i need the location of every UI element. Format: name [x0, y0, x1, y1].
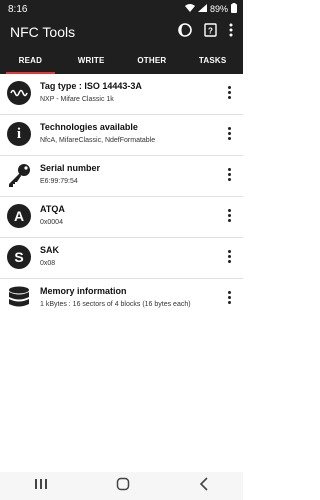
database-icon [6, 285, 32, 311]
item-subtitle: 0x0004 [40, 219, 63, 226]
item-menu-icon[interactable] [221, 240, 237, 263]
list-item-sak[interactable]: S SAK 0x08 [0, 238, 243, 279]
help-icon[interactable]: ? [204, 22, 217, 42]
back-icon[interactable] [199, 476, 209, 496]
wave-icon [6, 80, 32, 106]
status-time: 8:16 [8, 3, 28, 15]
item-subtitle: NXP - Mifare Classic 1k [40, 96, 114, 103]
overflow-menu-icon[interactable] [229, 23, 233, 42]
item-menu-icon[interactable] [221, 117, 237, 140]
app-title: NFC Tools [10, 24, 76, 40]
signal-icon [197, 4, 207, 14]
item-title: Serial number [40, 163, 101, 173]
item-subtitle: 0x08 [40, 260, 56, 267]
tab-tasks[interactable]: TASKS [182, 46, 243, 74]
recent-apps-icon[interactable] [34, 477, 48, 495]
item-menu-icon[interactable] [221, 199, 237, 222]
item-title: Technologies available [40, 122, 138, 132]
list-item-atqa[interactable]: A ATQA 0x0004 [0, 197, 243, 238]
letter-a-icon: A [6, 203, 32, 229]
tab-bar: READ WRITE OTHER TASKS [0, 46, 243, 74]
item-title: SAK [40, 245, 60, 255]
tag-info-list: Tag type : ISO 14443-3A NXP - Mifare Cla… [0, 74, 243, 319]
item-subtitle: 1 kBytes : 16 sectors of 4 blocks (16 by… [40, 301, 191, 308]
app-bar: NFC Tools ? [0, 18, 243, 46]
battery-icon [231, 3, 237, 15]
home-icon[interactable] [116, 477, 130, 496]
tab-read[interactable]: READ [0, 46, 61, 74]
item-subtitle: NfcA, MifareClassic, NdefFormatable [40, 137, 156, 144]
item-title: Memory information [40, 286, 127, 296]
theme-icon[interactable] [178, 22, 192, 42]
letter-s-icon: S [6, 244, 32, 270]
item-subtitle: E6:99:79:54 [40, 178, 78, 185]
tab-write[interactable]: WRITE [61, 46, 122, 74]
tab-other[interactable]: OTHER [122, 46, 183, 74]
svg-text:?: ? [208, 26, 213, 35]
item-menu-icon[interactable] [221, 158, 237, 181]
item-title: Tag type : ISO 14443-3A [40, 81, 142, 91]
list-item-memory-information[interactable]: Memory information 1 kBytes : 16 sectors… [0, 279, 243, 319]
status-icons: 89% [184, 3, 237, 15]
status-bar: 8:16 89% [0, 0, 243, 18]
top-bar: 8:16 89% NFC Tools ? READ WRITE OTHER TA… [0, 0, 243, 74]
system-nav-bar [0, 472, 243, 500]
item-menu-icon[interactable] [221, 281, 237, 304]
item-title: ATQA [40, 204, 65, 214]
list-item-serial-number[interactable]: Serial number E6:99:79:54 [0, 156, 243, 197]
wifi-icon [184, 4, 195, 14]
app-actions: ? [178, 22, 233, 42]
list-item-tag-type[interactable]: Tag type : ISO 14443-3A NXP - Mifare Cla… [0, 74, 243, 115]
item-menu-icon[interactable] [221, 76, 237, 99]
battery-level: 89% [209, 4, 228, 14]
info-icon: i [6, 121, 32, 147]
list-item-technologies[interactable]: i Technologies available NfcA, MifareCla… [0, 115, 243, 156]
key-icon [6, 162, 32, 188]
